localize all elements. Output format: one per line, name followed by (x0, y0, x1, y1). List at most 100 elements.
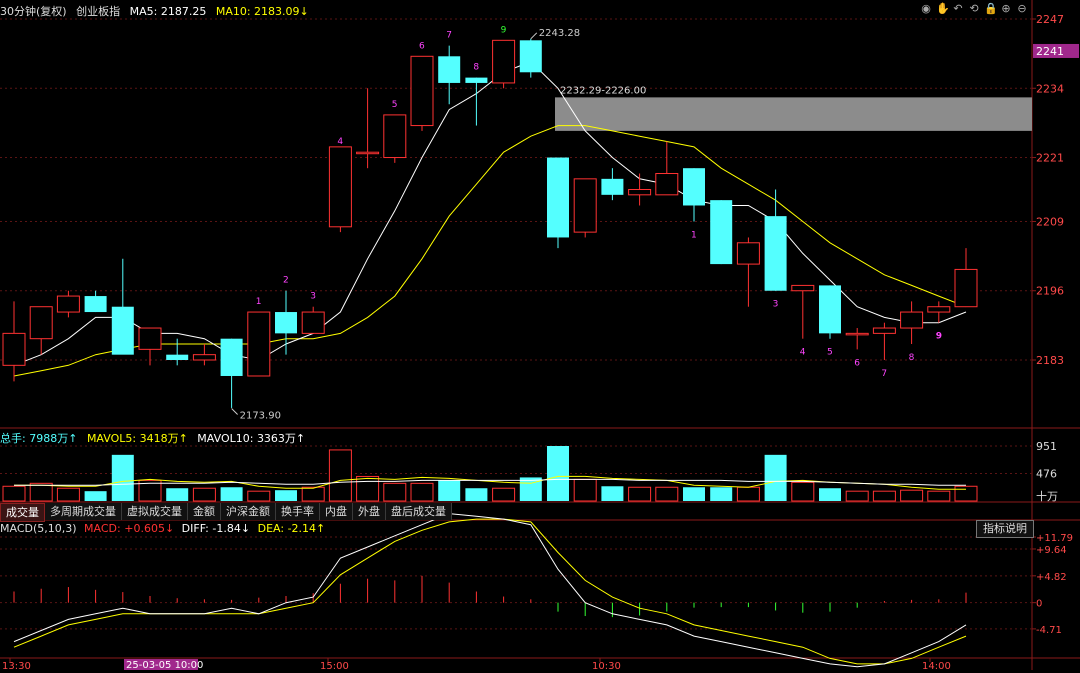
td-count-up: 3 (310, 292, 316, 302)
refresh-icon[interactable]: ⟲ (968, 3, 980, 15)
total-volume-label: 总手: (0, 432, 26, 445)
volume-bar-down (819, 488, 841, 501)
volume-unit-label: 十万 (1036, 489, 1058, 503)
volume-bar-up (573, 478, 597, 502)
tab-hs-amount[interactable]: 沪深金额 (221, 503, 276, 520)
volume-bar-up (954, 485, 978, 502)
price-header: 30分钟(复权) 创业板指 MA5: 2187.25 MA10: 2183.09… (0, 3, 315, 19)
candle-body-down (710, 200, 733, 265)
volume-bar-down (275, 490, 297, 501)
ma5-value: 2187.25 (160, 5, 207, 18)
td-count-down: 7 (881, 369, 887, 379)
zoom-in-icon[interactable]: ⊕ (1000, 3, 1012, 15)
chart-root[interactable]: 2247 2234 2221 2209 2196 2183 2241 2232.29-2226… (0, 0, 1080, 672)
mavol5-value: 3418万↑ (139, 432, 188, 445)
volume-bar-down (547, 446, 569, 501)
volume-bar-up (791, 481, 815, 502)
candle-body-down (111, 306, 134, 355)
tab-outer[interactable]: 外盘 (353, 503, 386, 520)
volume-bar-up (927, 490, 951, 502)
volume-bar-down (84, 491, 107, 501)
macd-title: MACD(5,10,3) (0, 522, 77, 535)
price-label: 2196 (1036, 285, 1064, 298)
ma10-label: MA10: (215, 5, 251, 18)
dea-value: -2.14↑ (287, 522, 326, 535)
td-count-down: 8 (909, 353, 915, 363)
zoom-out-icon[interactable]: ⊖ (1016, 3, 1028, 15)
td-count-down: 4 (800, 348, 806, 358)
candle-body-up (573, 178, 597, 233)
chart-canvas[interactable]: 22472234222122092196218322412232.29-2226… (0, 0, 1080, 672)
candle-body-up (791, 284, 815, 292)
volume-bar-up (356, 475, 380, 502)
diff-value: -1.84↓ (212, 522, 251, 535)
undo-icon[interactable]: ↶ (952, 3, 964, 15)
price-gap-box (555, 97, 1032, 131)
tab-turnover[interactable]: 换手率 (276, 503, 320, 520)
gap-range-label: 2232.29-2226.00 (560, 85, 646, 96)
mavol5-label: MAVOL5: (86, 432, 137, 445)
volume-bar-up (410, 482, 434, 502)
low-price-label: 2173.90 (240, 410, 281, 421)
tab-virtual-volume[interactable]: 虚拟成交量 (122, 503, 188, 520)
volume-bar-down (683, 487, 705, 501)
price-label: 2247 (1036, 13, 1064, 26)
tab-multi-period-volume[interactable]: 多周期成交量 (45, 503, 122, 520)
volume-bar-up (383, 482, 407, 502)
low-pointer (231, 408, 238, 415)
candle-body-up (655, 173, 679, 196)
candle-body-down (465, 77, 488, 83)
candle-body-down (819, 285, 841, 334)
volume-bar-down (764, 454, 787, 501)
candle-body-up (900, 311, 924, 329)
diff-label: DIFF: (181, 522, 209, 535)
total-volume-value: 7988万↑ (29, 432, 78, 445)
candle-body-up (56, 295, 80, 313)
macd-label: MACD: (84, 522, 121, 535)
candle-body-down (166, 354, 189, 360)
volume-bar-down (465, 488, 488, 501)
volume-bar-up (192, 487, 216, 502)
candle-body-up (247, 311, 271, 377)
tab-volume[interactable]: 成交量 (0, 503, 45, 522)
high-pointer (530, 32, 538, 40)
tab-inner[interactable]: 内盘 (320, 503, 353, 520)
volume-axis-label: 951 (1036, 440, 1057, 453)
indicator-tabs: 成交量 多周期成交量 虚拟成交量 金额 沪深金额 换手率 内盘 外盘 盘后成交量 (0, 503, 452, 522)
symbol-name: 创业板指 (76, 5, 121, 18)
candle-body-up (192, 354, 216, 361)
volume-bar-down (438, 480, 461, 501)
candle-body-up (328, 146, 352, 228)
candle-body-up (301, 311, 325, 334)
td-count-down: 5 (827, 348, 833, 358)
td-count-up: 6 (419, 41, 425, 51)
indicator-help-button[interactable]: 指标说明 (976, 520, 1034, 538)
hand-icon[interactable]: ✋ (936, 3, 950, 15)
candle-body-down (220, 338, 243, 376)
td-count-up: 7 (446, 31, 452, 41)
lock-icon[interactable]: 🔒 (984, 3, 998, 15)
volume-bar-up (845, 490, 869, 502)
td-count-up: 1 (256, 297, 262, 307)
candle-body-up (2, 332, 26, 366)
chart-toolbar: ◉ ✋ ↶ ⟲ 🔒 ⊕ ⊖ (920, 3, 1028, 15)
current-price-label: 2241 (1036, 45, 1064, 58)
candle-body-up (138, 327, 162, 350)
tab-amount[interactable]: 金额 (188, 503, 221, 520)
volume-bar-up (900, 489, 924, 502)
td-count-up: 2 (283, 276, 289, 286)
ma5-label: MA5: (129, 5, 158, 18)
period-label: 30分钟(复权) (0, 5, 67, 18)
volume-bar-up (2, 485, 26, 502)
dea-label: DEA: (257, 522, 285, 535)
candle-body-down (438, 56, 461, 83)
macd-axis-label: +11.79 (1036, 533, 1073, 544)
time-label: 10:30 (592, 661, 621, 670)
td-count-up: 5 (392, 100, 398, 110)
eye-icon[interactable]: ◉ (920, 3, 932, 15)
candle-body-up (492, 39, 516, 84)
tab-after-hours-volume[interactable]: 盘后成交量 (386, 503, 452, 520)
td-count-up: 8 (473, 63, 479, 73)
td-count-up: 4 (337, 137, 343, 147)
volume-bar-up (301, 486, 325, 502)
